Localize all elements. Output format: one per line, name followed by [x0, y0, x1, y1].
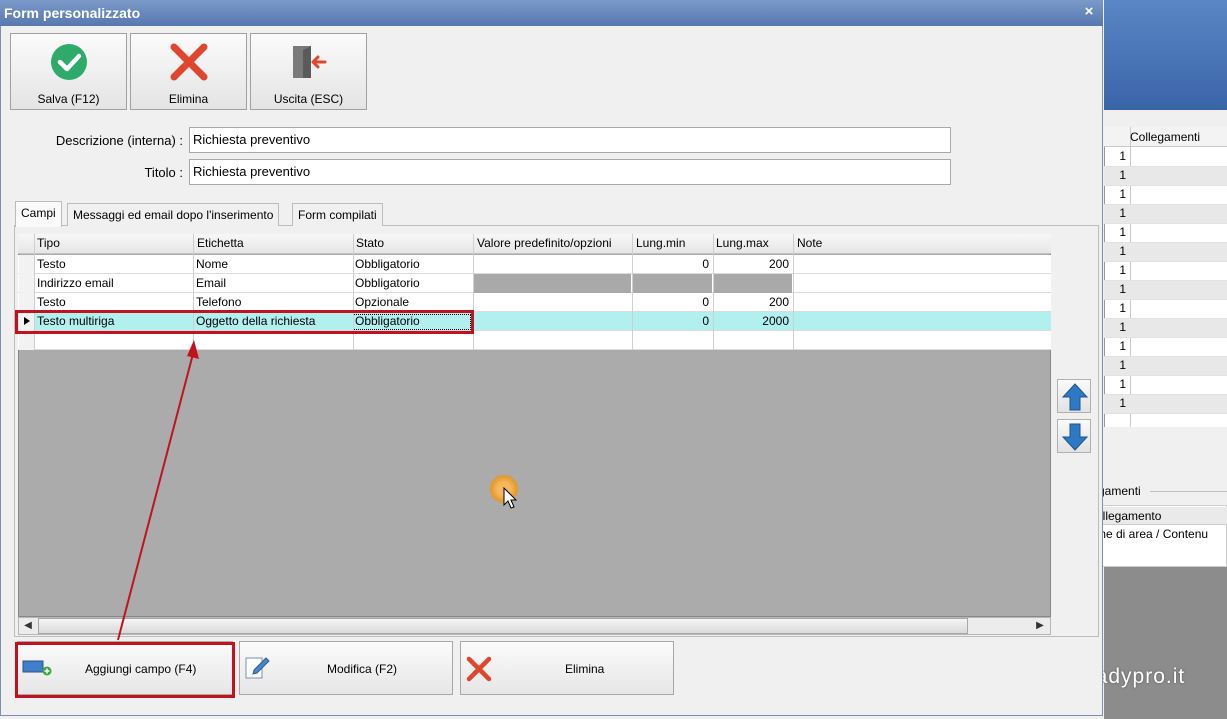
mouse-pointer-icon	[503, 487, 518, 509]
annotation-arrow-icon	[117, 340, 199, 641]
